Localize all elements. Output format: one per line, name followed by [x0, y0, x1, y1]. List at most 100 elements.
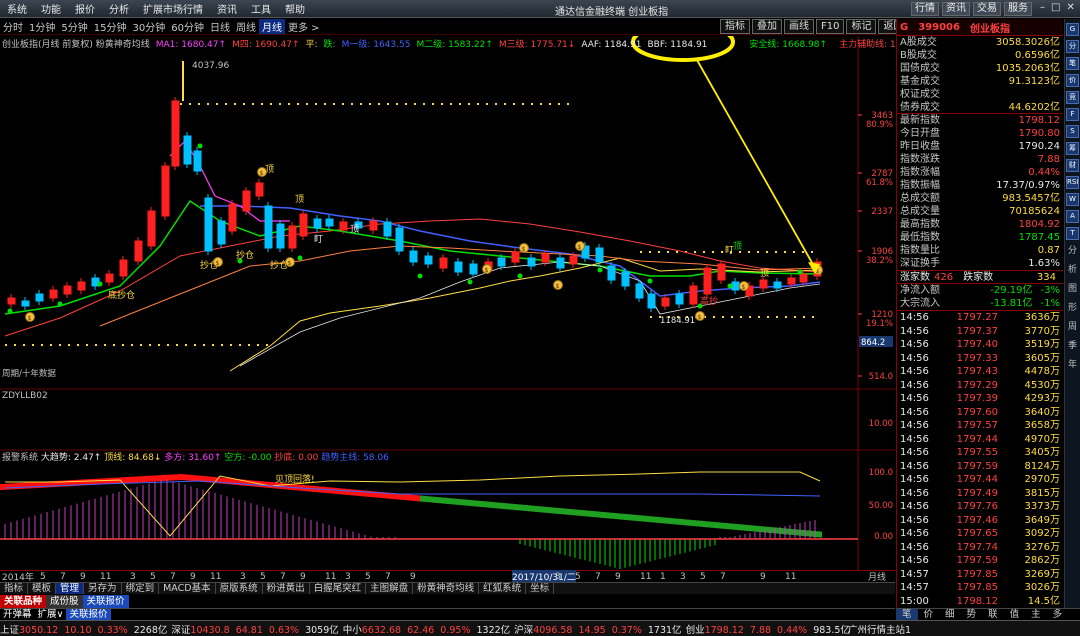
sidebar-button-6[interactable]: S [1066, 125, 1079, 138]
index-summary[interactable]: 沪深4096.58 14.95 0.37% 1731亿 [514, 622, 681, 636]
quote-tab-0[interactable]: 笔 [896, 609, 918, 620]
tick-time: 14:56 [900, 447, 929, 458]
tool-button-4[interactable]: 标记 [846, 19, 877, 34]
period-tab-2[interactable]: 5分钟 [58, 19, 90, 34]
index-summary[interactable]: 创业1798.12 7.88 0.44% 983.5亿 [686, 622, 850, 636]
indicator-tab-3[interactable]: 另存为 [84, 583, 122, 594]
coin-icon: $ [575, 241, 585, 251]
menu-item-3[interactable]: 分析 [102, 1, 136, 16]
tool-button-3[interactable]: F10 [816, 19, 845, 34]
menu-item-0[interactable]: 系统 [0, 1, 34, 16]
sidebar-button-0[interactable]: G [1066, 23, 1079, 36]
sidebar-button-13[interactable]: 分 [1066, 244, 1079, 259]
flow-pct: -1% [1040, 298, 1060, 309]
top-button-2[interactable]: 交易 [973, 2, 1001, 16]
quote-panel: G 399006 创业板指 A股成交 3058.3026亿 B股成交 0.6596亿国… [896, 19, 1063, 608]
sidebar-button-19[interactable]: 年 [1066, 358, 1079, 373]
close-icon[interactable]: ✕ [1066, 2, 1074, 13]
period-tab-1[interactable]: 1分钟 [26, 19, 58, 34]
menu-item-7[interactable]: 帮助 [278, 1, 312, 16]
sidebar-button-12[interactable]: T [1066, 227, 1079, 240]
extra-tab-0[interactable]: 开弹幕 [0, 609, 35, 620]
indicator-tab-4[interactable]: 绑定到 [122, 583, 160, 594]
tool-button-0[interactable]: 指标 [720, 19, 750, 34]
quote-tab-2[interactable]: 细 [939, 609, 961, 620]
quote-tab-7[interactable]: 多 [1047, 609, 1069, 620]
indicator-tab-5[interactable]: MACD基本 [159, 583, 216, 594]
indicator-tab-12[interactable]: 坐标 [526, 583, 555, 594]
extra-tab-1[interactable]: 扩展∨ [35, 609, 67, 620]
period-tab-7[interactable]: 周线 [233, 19, 259, 34]
top-button-3[interactable]: 服务 [1004, 2, 1032, 16]
indicator-tab-2[interactable]: 管理 [56, 583, 85, 594]
indicator-value: M一级: 1643.55 [341, 40, 411, 50]
sidebar-button-2[interactable]: 笔 [1066, 57, 1079, 70]
sidebar-button-5[interactable]: F [1066, 108, 1079, 121]
menu-item-5[interactable]: 资讯 [210, 1, 244, 16]
quote-tab-4[interactable]: 联 [982, 609, 1004, 620]
sidebar-button-7[interactable]: 筹 [1066, 142, 1079, 155]
period-tab-5[interactable]: 60分钟 [168, 19, 207, 34]
tool-button-1[interactable]: 叠加 [752, 19, 782, 34]
tick-list[interactable]: 14:56 1797.27 3636万 14:56 1797.37 3770万 14:56 1… [897, 311, 1063, 608]
period-tab-6[interactable]: 日线 [207, 19, 233, 34]
indicator-tab-10[interactable]: 粉黄神奇均线 [413, 583, 480, 594]
quote-tab-3[interactable]: 势 [961, 609, 983, 620]
index-summary[interactable]: 上证3050.12 10.10 0.33% 2268亿 [0, 622, 167, 636]
sidebar-button-15[interactable]: 图 [1066, 282, 1079, 297]
period-tab-0[interactable]: 分时 [0, 19, 26, 34]
indicator-tab-11[interactable]: 红狐系统 [479, 583, 527, 594]
sidebar-button-9[interactable]: RSI [1066, 176, 1079, 189]
sidebar-button-4[interactable]: 竞 [1066, 91, 1079, 104]
tool-button-2[interactable]: 画线 [784, 19, 814, 34]
menu-item-2[interactable]: 报价 [68, 1, 102, 16]
quote-tab-5[interactable]: 值 [1004, 609, 1026, 620]
period-tab-8[interactable]: 月线 [258, 19, 285, 34]
sidebar-button-3[interactable]: 价 [1066, 74, 1079, 87]
maximize-icon[interactable]: □ [1051, 2, 1060, 13]
period-tab-9[interactable]: 更多 > [285, 19, 323, 34]
top-dotted-level [180, 103, 569, 105]
indicator-tab-0[interactable]: 指标 [0, 583, 29, 594]
quote-value: 1798.12 [1018, 115, 1060, 126]
quote-value: 1.63% [1028, 258, 1060, 269]
sidebar-button-14[interactable]: 析 [1066, 263, 1079, 278]
kline-chart[interactable]: 346380.9%278761.8%2337190638.2%121019.1%… [0, 36, 895, 570]
top-button-1[interactable]: 资讯 [942, 2, 970, 16]
quote-tab-6[interactable]: 主 [1025, 609, 1047, 620]
menu-item-1[interactable]: 功能 [34, 1, 68, 16]
tick-price: 1797.44 [956, 474, 998, 485]
quote-tab-1[interactable]: 价 [918, 609, 940, 620]
index-summary[interactable]: 中小6632.68 62.46 0.95% 1322亿 [343, 622, 510, 636]
period-tab-3[interactable]: 15分钟 [91, 19, 130, 34]
sidebar-button-16[interactable]: 形 [1066, 301, 1079, 316]
sidebar-button-8[interactable]: 财 [1066, 159, 1079, 172]
indicator-tab-6[interactable]: 原版系统 [216, 583, 263, 594]
related-tab-2[interactable]: 关联报价 [82, 595, 129, 608]
sidebar-button-10[interactable]: W [1066, 193, 1079, 206]
indicator-tab-8[interactable]: 白握尾突红 [310, 583, 367, 594]
period-tab-4[interactable]: 30分钟 [129, 19, 168, 34]
sidebar-button-11[interactable]: A [1066, 210, 1079, 223]
chart-annotation: 盯 [314, 234, 323, 245]
tick-volume: 14.5亿 [1027, 595, 1060, 607]
index-summary[interactable]: 深证10430.8 64.81 0.63% 3059亿 [171, 622, 338, 636]
sidebar-button-1[interactable]: 分 [1066, 40, 1079, 53]
related-tab-1[interactable]: 成份股 [46, 595, 83, 608]
indicator-tab-9[interactable]: 主图解盘 [366, 583, 414, 594]
minimize-icon[interactable]: – [1040, 2, 1045, 13]
sidebar-button-17[interactable]: 周 [1066, 320, 1079, 335]
indicator-tab-7[interactable]: 粉进黄出 [263, 583, 310, 594]
tick-price: 1797.65 [956, 528, 998, 539]
chart-area[interactable]: 3463 80.9% 2787 61.8% 2337 1906 38.2% 1210 19.1%… [0, 36, 935, 570]
related-tab-0[interactable]: 关联品种 [0, 595, 47, 608]
indicator-tab-1[interactable]: 模板 [28, 583, 57, 594]
server-status[interactable]: 广州行情主站1 [848, 622, 911, 636]
menu-item-6[interactable]: 工具 [244, 1, 278, 16]
sub2-axis-label: 100.0 [869, 468, 893, 478]
menu-item-4[interactable]: 扩展市场行情 [136, 1, 210, 16]
extra-tab-2[interactable]: 关联报价 [66, 609, 111, 620]
sidebar-button-18[interactable]: 季 [1066, 339, 1079, 354]
top-button-0[interactable]: 行情 [911, 2, 939, 16]
date-label: 3 [130, 571, 136, 582]
